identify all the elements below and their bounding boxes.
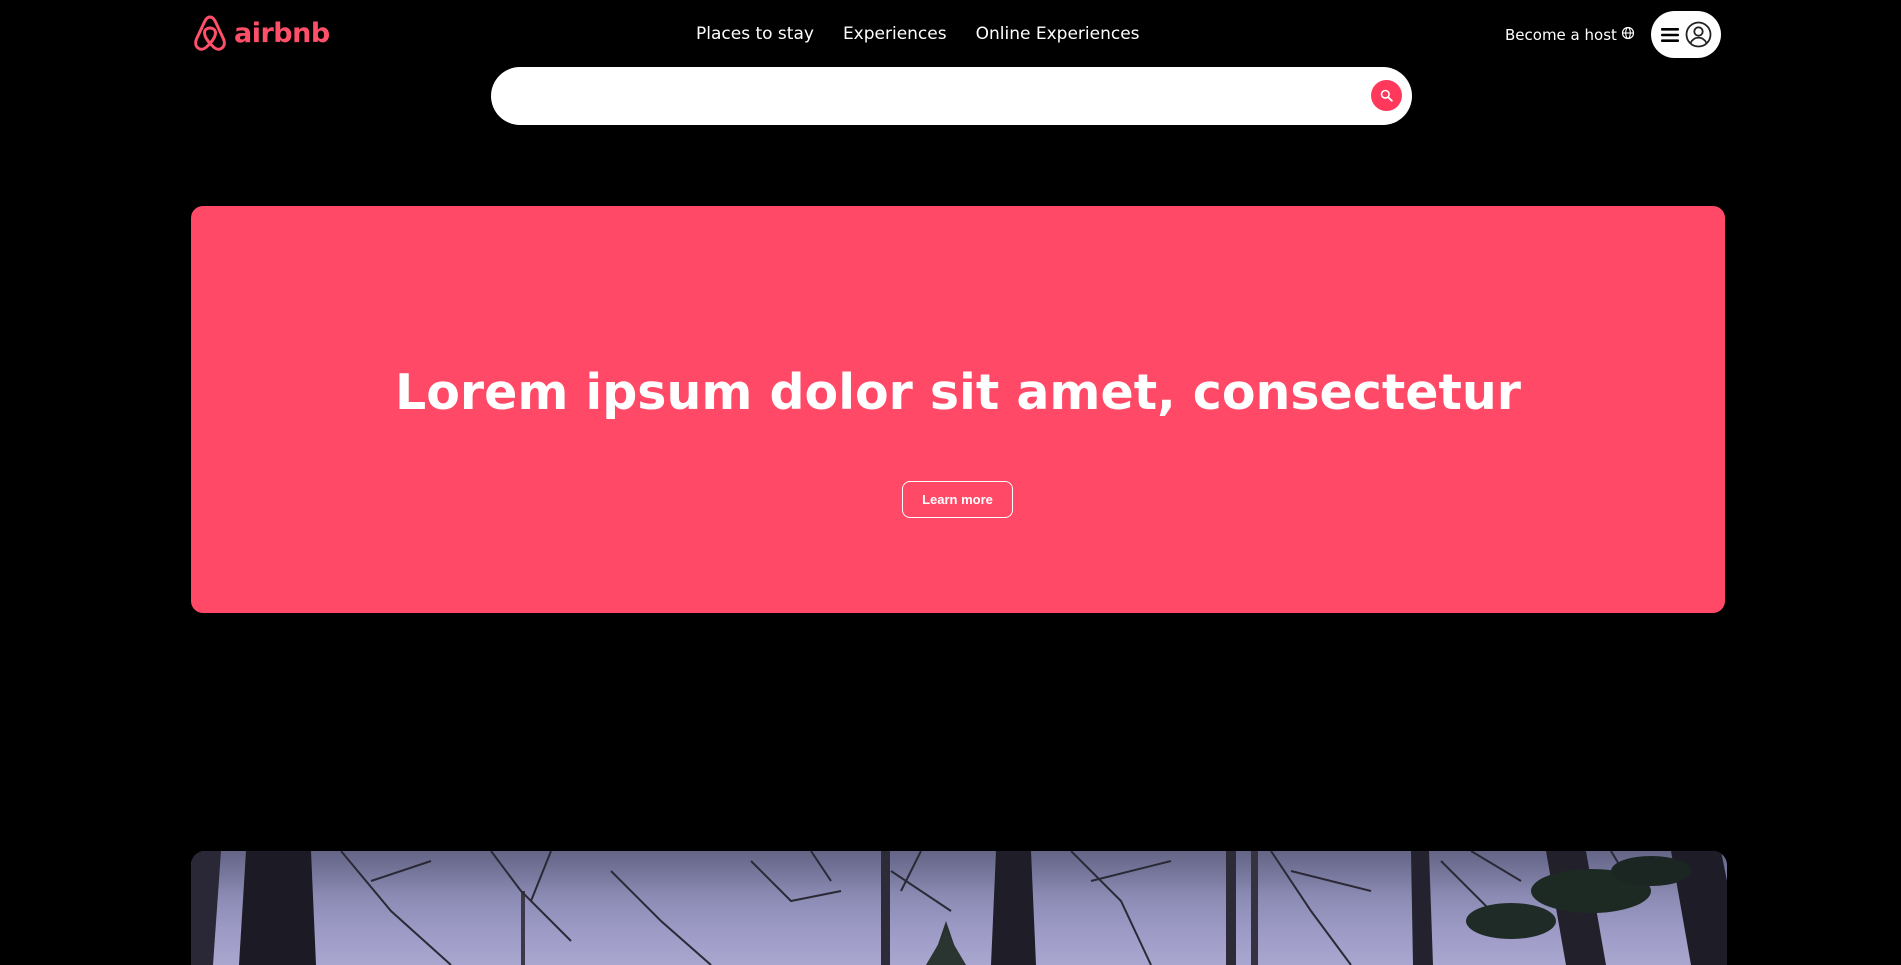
user-menu-button[interactable]: [1651, 11, 1721, 58]
search-icon: [1380, 89, 1393, 102]
forest-photo: [191, 851, 1727, 965]
learn-more-button[interactable]: Learn more: [902, 481, 1013, 518]
user-circle-icon: [1685, 21, 1711, 48]
top-header: airbnb Places to stay Experiences Online…: [0, 0, 1901, 130]
hamburger-icon: [1660, 27, 1679, 42]
nav-places-to-stay[interactable]: Places to stay: [696, 24, 814, 44]
become-host-link[interactable]: Become a host: [1505, 26, 1617, 44]
nav-online-experiences[interactable]: Online Experiences: [976, 24, 1140, 44]
nav-experiences[interactable]: Experiences: [843, 24, 947, 44]
hero-banner: Lorem ipsum dolor sit amet, consectetur …: [191, 206, 1725, 613]
search-bar[interactable]: [491, 67, 1412, 125]
main-nav: Places to stay Experiences Online Experi…: [696, 24, 1140, 44]
airbnb-belo-icon: [194, 15, 226, 51]
airbnb-logo[interactable]: airbnb: [192, 14, 330, 52]
brand-name: airbnb: [234, 17, 330, 49]
globe-icon[interactable]: [1621, 26, 1635, 40]
hero-title: Lorem ipsum dolor sit amet, consectetur: [395, 364, 1521, 421]
search-button[interactable]: [1371, 80, 1402, 111]
